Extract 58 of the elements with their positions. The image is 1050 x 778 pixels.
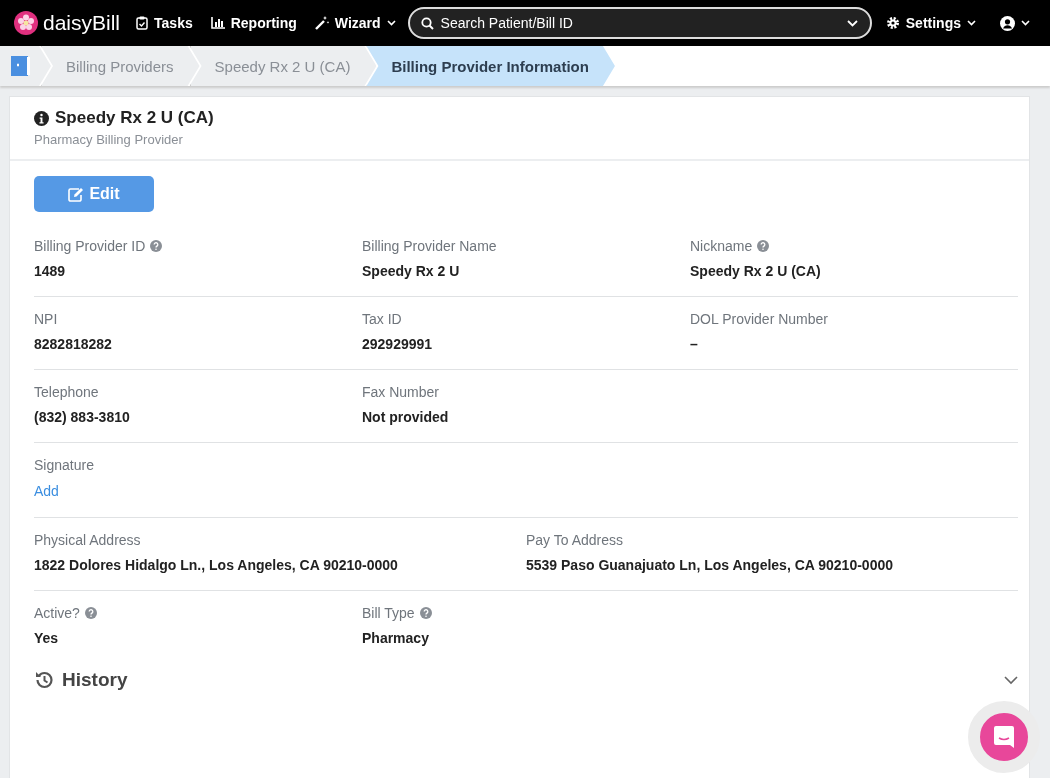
account-menu[interactable]	[1000, 15, 1030, 31]
caret-icon	[846, 20, 858, 27]
clipboard-icon	[136, 16, 149, 30]
gear-icon	[885, 16, 900, 30]
field-value: 1489	[34, 263, 67, 279]
field-label: Pay To Address	[526, 532, 624, 548]
field-value: Pharmacy	[362, 630, 430, 646]
nav-link[interactable]: Tasks	[136, 15, 193, 31]
chevron-icon	[1004, 675, 1018, 685]
logo-text[interactable]: daisyBill	[43, 11, 121, 35]
nav-link[interactable]: Reporting	[210, 15, 297, 31]
field-value: 292929991	[362, 336, 434, 352]
field-value: Yes	[34, 630, 60, 646]
field-label: Billing Provider Name	[362, 238, 497, 254]
caret-icon	[386, 20, 396, 26]
field-value: –	[690, 336, 699, 352]
field-label: DOL Provider Number	[690, 311, 828, 327]
field-value: (832) 883-3810	[34, 409, 131, 425]
info-icon	[34, 110, 49, 126]
settings-menu[interactable]: Settings	[885, 15, 976, 31]
history-icon	[34, 670, 54, 690]
caret-icon	[1021, 20, 1030, 26]
field-label: Signature	[34, 457, 94, 473]
field-value: Speedy Rx 2 U (CA)	[690, 263, 822, 279]
field-label: Fax Number	[362, 384, 440, 400]
nav-link[interactable]: Wizard	[314, 15, 396, 31]
field-label: Physical Address	[34, 532, 141, 548]
field-value: 1822 Dolores Hidalgo Ln., Los Angeles, CA 90210-0000	[34, 557, 399, 573]
field-label: Bill Type	[362, 605, 415, 621]
field-label: Active?	[34, 605, 80, 621]
magic-wand-icon	[314, 16, 329, 30]
flower-icon	[14, 11, 38, 35]
provider-title: Speedy Rx 2 U (CA)	[55, 108, 214, 128]
caret-icon	[967, 20, 976, 26]
bar-chart-icon	[210, 17, 225, 29]
provider-subtitle: Pharmacy Billing Provider	[34, 132, 184, 147]
help-icon[interactable]	[757, 240, 770, 252]
search-field[interactable]: Search Patient/Bill ID	[407, 7, 872, 39]
field-label: Telephone	[34, 384, 99, 400]
help-icon[interactable]	[419, 607, 432, 619]
add-link[interactable]: Add	[34, 483, 59, 499]
field-label: Billing Provider ID	[34, 238, 146, 254]
chat-icon	[993, 725, 1015, 749]
breadcrumb[interactable]: Billing Provider Information	[366, 46, 615, 86]
field-label: Nickname	[690, 238, 753, 254]
search-icon	[420, 17, 434, 30]
home-icon[interactable]	[11, 56, 31, 76]
field-value: 5539 Paso Guanajuato Ln, Los Angeles, CA 90210-0000	[526, 557, 894, 573]
field-label: Tax ID	[362, 311, 402, 327]
history-toggle[interactable]: History	[34, 669, 1018, 691]
field-value: 8282818282	[34, 336, 113, 352]
user-icon	[1000, 15, 1015, 31]
help-icon[interactable]	[150, 240, 163, 252]
field-value: Not provided	[362, 409, 450, 425]
field-label: NPI	[34, 311, 58, 327]
field-value: Speedy Rx 2 U	[362, 263, 461, 279]
edit-icon	[68, 186, 85, 202]
help-icon[interactable]	[84, 607, 97, 619]
